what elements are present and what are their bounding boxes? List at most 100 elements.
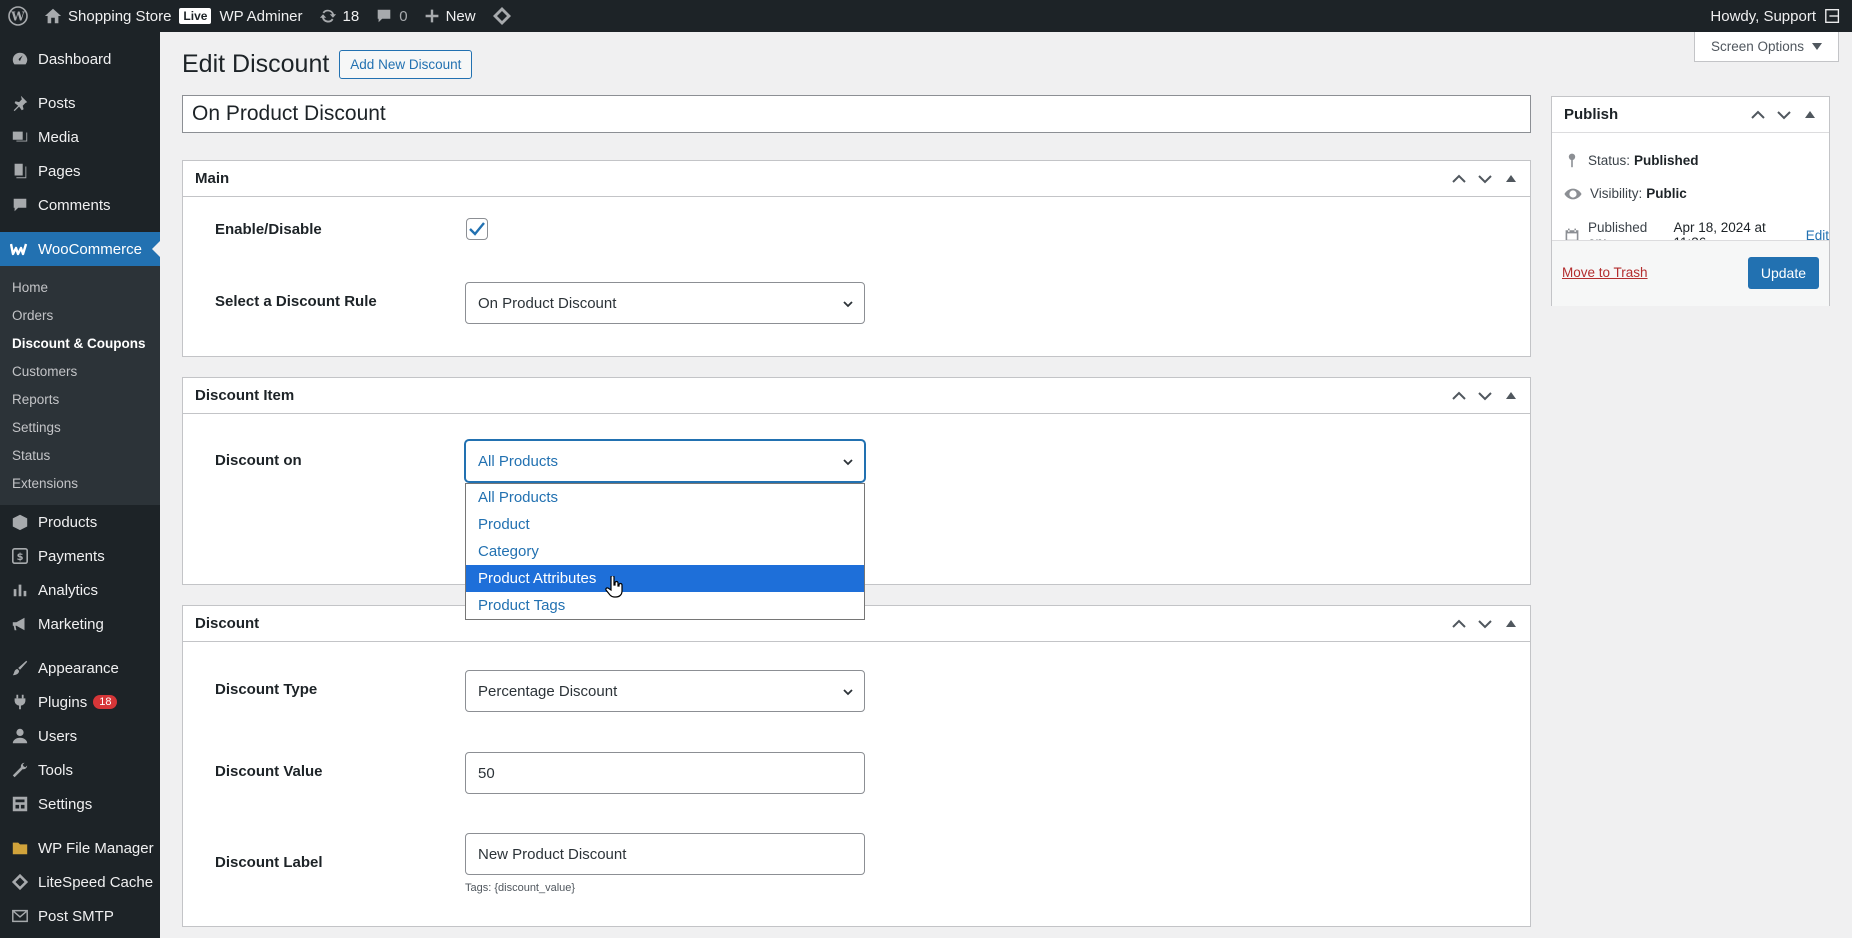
submenu-settings[interactable]: Settings [0, 413, 160, 441]
option-product[interactable]: Product [466, 511, 864, 538]
discount-item-postbox-header[interactable]: Discount Item [183, 378, 1530, 414]
chevron-up-icon[interactable] [1446, 611, 1472, 637]
menu-products-label: Products [38, 513, 98, 531]
wp-adminer-link[interactable]: WP Adminer [219, 8, 302, 25]
enable-checkbox[interactable] [466, 218, 488, 240]
new-content-link[interactable]: New [416, 0, 484, 32]
chevron-up-icon[interactable] [1446, 166, 1472, 192]
discount-rule-value: On Product Discount [478, 294, 617, 312]
menu-users[interactable]: Users [0, 719, 160, 753]
caret-down-icon [1812, 42, 1823, 51]
chevron-up-icon[interactable] [1745, 102, 1771, 128]
howdy-text: Howdy, Support [1710, 7, 1816, 25]
megaphone-icon [10, 614, 30, 634]
menu-posts[interactable]: Posts [0, 86, 160, 120]
menu-post-smtp[interactable]: Post SMTP [0, 899, 160, 933]
menu-dashboard[interactable]: Dashboard [0, 42, 160, 76]
discount-label-input[interactable]: New Product Discount [465, 833, 865, 875]
woocommerce-submenu: Home Orders Discount & Coupons Customers… [0, 266, 160, 505]
screen-options-button[interactable]: Screen Options [1694, 32, 1840, 62]
discount-rule-select[interactable]: On Product Discount [465, 282, 865, 324]
submenu-orders[interactable]: Orders [0, 301, 160, 329]
option-product-tags[interactable]: Product Tags [466, 592, 864, 619]
submenu-extensions[interactable]: Extensions [0, 469, 160, 497]
heading-row: Edit Discount Add New Discount [182, 50, 473, 79]
submenu-customers[interactable]: Customers [0, 357, 160, 385]
menu-tools[interactable]: Tools [0, 753, 160, 787]
wordpress-logo-icon[interactable]: W [0, 0, 36, 32]
pages-icon [10, 161, 30, 181]
menu-appearance-label: Appearance [38, 659, 119, 677]
discount-on-label: Discount on [215, 452, 302, 469]
plugin-icon [10, 692, 30, 712]
site-name-link[interactable]: Shopping Store Live WP Adminer [36, 0, 311, 32]
dashboard-icon [10, 49, 30, 69]
option-all-products[interactable]: All Products [466, 484, 864, 511]
toggle-triangle-icon[interactable] [1498, 166, 1524, 192]
comments-icon [10, 195, 30, 215]
menu-litespeed-cache[interactable]: LiteSpeed Cache [0, 865, 160, 899]
menu-pages[interactable]: Pages [0, 154, 160, 188]
menu-plugins[interactable]: Plugins 18 [0, 685, 160, 719]
chevron-down-icon[interactable] [1472, 611, 1498, 637]
menu-tools-label: Tools [38, 761, 74, 779]
submenu-discount-coupons[interactable]: Discount & Coupons [0, 329, 160, 357]
menu-post-smtp-label: Post SMTP [38, 907, 114, 925]
comments-link[interactable]: 0 [367, 0, 415, 32]
chevron-down-icon[interactable] [1472, 166, 1498, 192]
visibility-value: Public [1646, 186, 1687, 201]
chevron-down-icon[interactable] [1472, 383, 1498, 409]
menu-analytics-label: Analytics [38, 581, 99, 599]
publish-status-row: Status: Published [1564, 152, 1699, 168]
post-title-input[interactable]: On Product Discount [182, 95, 1531, 133]
main-postbox-title: Main [195, 170, 230, 187]
chevron-up-icon[interactable] [1446, 383, 1472, 409]
discount-type-select[interactable]: Percentage Discount [465, 670, 865, 712]
toggle-triangle-icon[interactable] [1797, 102, 1823, 128]
menu-comments[interactable]: Comments [0, 188, 160, 222]
discount-type-label: Discount Type [215, 681, 318, 698]
diamond-icon[interactable] [484, 0, 520, 32]
toggle-triangle-icon[interactable] [1498, 611, 1524, 637]
discount-on-select[interactable]: All Products [465, 440, 865, 482]
publish-postbox-header[interactable]: Publish [1552, 97, 1829, 133]
menu-wp-file-manager[interactable]: WP File Manager [0, 831, 160, 865]
discount-rule-label: Select a Discount Rule [215, 293, 377, 310]
tags-hint: Tags: {discount_value} [465, 882, 576, 894]
checkmark-icon [469, 222, 485, 236]
menu-marketing[interactable]: Marketing [0, 607, 160, 641]
discount-postbox-title: Discount [195, 615, 260, 632]
menu-media[interactable]: Media [0, 120, 160, 154]
option-category[interactable]: Category [466, 538, 864, 565]
move-to-trash-link[interactable]: Move to Trash [1562, 265, 1648, 280]
menu-analytics[interactable]: Analytics [0, 573, 160, 607]
my-account[interactable]: Howdy, Support [1710, 7, 1852, 25]
envelope-icon [10, 906, 30, 926]
discount-value-input[interactable]: 50 [465, 752, 865, 794]
status-label: Status: [1588, 152, 1631, 168]
live-badge: Live [179, 8, 212, 24]
chevron-down-icon[interactable] [1771, 102, 1797, 128]
updates-link[interactable]: 18 [311, 0, 368, 32]
add-new-discount-button[interactable]: Add New Discount [339, 50, 473, 79]
discount-type-value: Percentage Discount [478, 682, 618, 700]
menu-settings[interactable]: Settings [0, 787, 160, 821]
status-value: Published [1634, 152, 1699, 168]
pushpin-icon [10, 93, 30, 113]
menu-file-manager-label: WP File Manager [38, 839, 154, 857]
submenu-home[interactable]: Home [0, 273, 160, 301]
submenu-status[interactable]: Status [0, 441, 160, 469]
menu-appearance[interactable]: Appearance [0, 651, 160, 685]
menu-payments[interactable]: $ Payments [0, 539, 160, 573]
discount-label-label: Discount Label [215, 854, 323, 871]
updates-count: 18 [342, 7, 360, 25]
toggle-triangle-icon[interactable] [1498, 383, 1524, 409]
update-button[interactable]: Update [1747, 257, 1819, 289]
updates-icon [319, 7, 337, 25]
option-product-attributes[interactable]: Product Attributes [466, 565, 864, 592]
menu-products[interactable]: Products [0, 505, 160, 539]
menu-woocommerce[interactable]: WooCommerce [0, 232, 160, 266]
main-postbox-header[interactable]: Main [183, 161, 1530, 197]
submenu-reports[interactable]: Reports [0, 385, 160, 413]
menu-settings-label: Settings [38, 795, 93, 813]
